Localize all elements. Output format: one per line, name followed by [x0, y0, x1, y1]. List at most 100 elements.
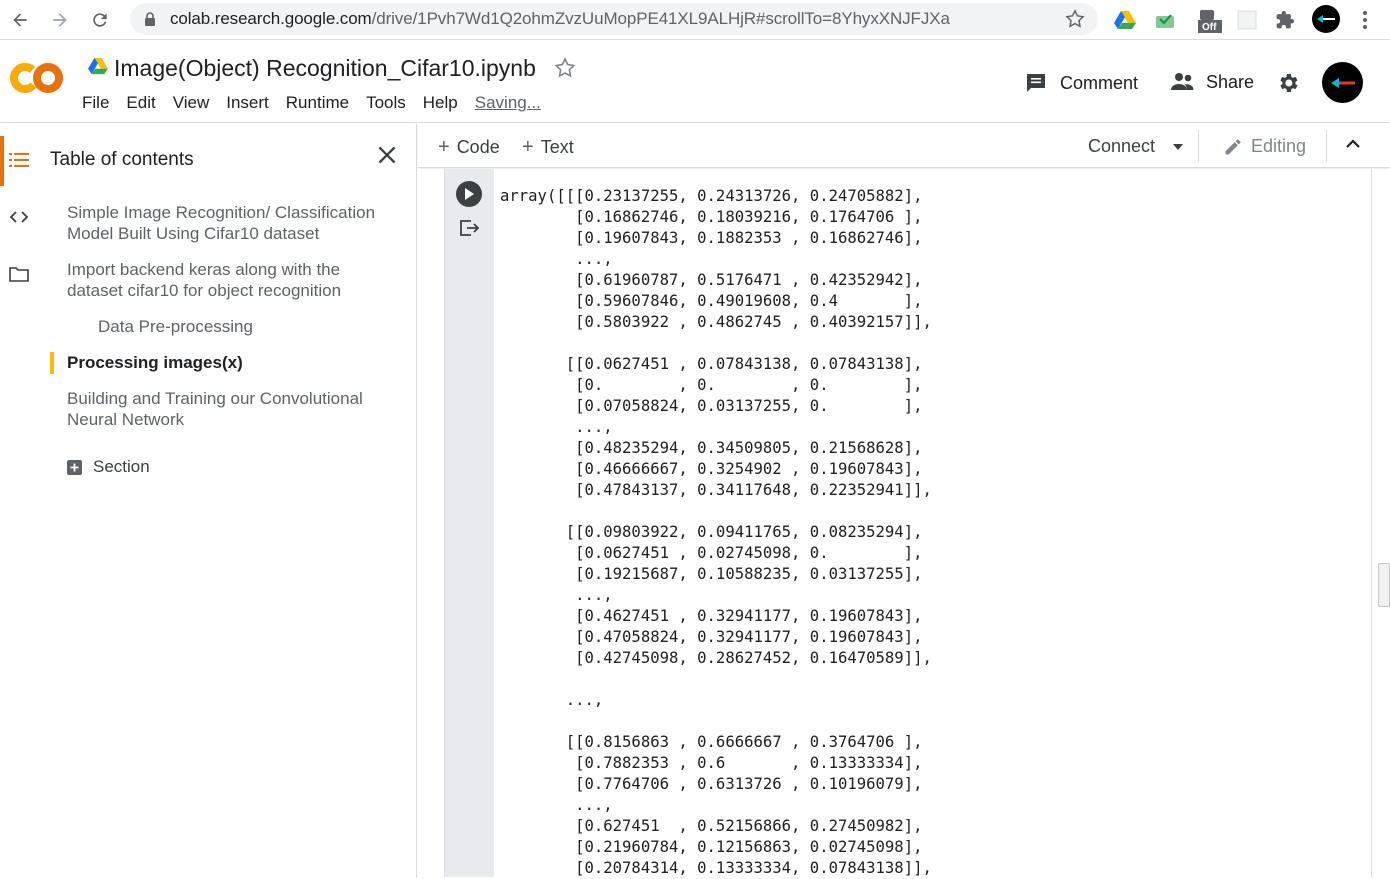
output-line: [0.627451 , 0.52156866, 0.27450982], — [500, 817, 923, 835]
toc-item-simple-image-recognition[interactable]: Simple Image Recognition/ Classification… — [67, 202, 397, 244]
menu-bar: File Edit View Insert Runtime Tools Help… — [82, 93, 558, 113]
cell-output: array([[[0.23137255, 0.24313726, 0.24705… — [500, 186, 932, 879]
url-text: colab.research.google.com/drive/1Pvh7Wd1… — [170, 9, 950, 28]
forward-button[interactable] — [46, 6, 74, 34]
code-label: Code — [456, 137, 500, 157]
menu-edit[interactable]: Edit — [126, 93, 155, 113]
add-box-icon — [67, 459, 82, 475]
output-line: [[0.09803922, 0.09411765, 0.08235294], — [500, 523, 923, 541]
plus-icon: + — [522, 136, 534, 158]
output-line: [0.4627451 , 0.32941177, 0.19607843], — [500, 607, 923, 625]
close-icon[interactable] — [374, 142, 400, 168]
menu-help[interactable]: Help — [423, 93, 458, 113]
editing-label: Editing — [1251, 136, 1307, 156]
profile-avatar-icon[interactable] — [1312, 5, 1340, 33]
colab-header: Image(Object) Recognition_Cifar10.ipynb … — [0, 41, 1390, 123]
toc-list-icon[interactable] — [9, 151, 29, 169]
section-label: Section — [93, 457, 150, 476]
reload-icon — [93, 13, 107, 27]
extensions-puzzle-icon[interactable] — [1272, 7, 1298, 33]
output-line: [0.0627451 , 0.02745098, 0. ], — [500, 544, 923, 562]
comment-icon — [1027, 74, 1045, 92]
menu-tools[interactable]: Tools — [366, 93, 406, 113]
toc-title: Table of contents — [50, 149, 194, 170]
off-badge: Off — [1202, 22, 1217, 33]
menu-view[interactable]: View — [173, 93, 210, 113]
check-extension-icon[interactable] — [1152, 7, 1178, 33]
menu-insert[interactable]: Insert — [226, 93, 269, 113]
lock-icon — [145, 12, 155, 26]
output-line: [[0.0627451 , 0.07843138, 0.07843138], — [500, 355, 923, 373]
menu-runtime[interactable]: Runtime — [286, 93, 349, 113]
output-line: ..., — [500, 418, 613, 436]
add-section-button[interactable]: Section — [67, 457, 150, 477]
output-line: ..., — [500, 691, 604, 709]
notebook-toolbar: + Code + Text Connect Editing — [418, 124, 1390, 168]
pencil-icon — [1225, 139, 1241, 154]
chevron-up-icon — [1346, 139, 1360, 148]
folder-icon[interactable] — [9, 266, 29, 282]
output-line: ..., — [500, 250, 613, 268]
browser-toolbar: colab.research.google.com/drive/1Pvh7Wd1… — [0, 0, 1390, 40]
output-line: [0.47058824, 0.32941177, 0.19607843], — [500, 628, 923, 646]
editing-mode-button[interactable]: Editing — [1223, 136, 1306, 157]
output-line: [0.7882353 , 0.6 , 0.13333334], — [500, 754, 923, 772]
code-snippets-icon[interactable] — [9, 209, 29, 225]
output-line: [0.7764706 , 0.6313726 , 0.10196079], — [500, 775, 923, 793]
connect-button[interactable]: Connect — [1088, 136, 1184, 157]
output-line: ..., — [500, 586, 613, 604]
sidebar: Table of contents Simple Image Recogniti… — [0, 124, 417, 877]
toc-active-bar — [50, 352, 54, 374]
output-line: [0.46666667, 0.3254902 , 0.19607843], — [500, 460, 923, 478]
share-button[interactable]: Share — [1170, 71, 1254, 93]
notebook-area: array([[[0.23137255, 0.24313726, 0.24705… — [418, 169, 1390, 877]
drive-icon — [88, 57, 108, 75]
star-icon[interactable] — [553, 56, 577, 80]
menu-file[interactable]: File — [82, 93, 109, 113]
address-bar[interactable]: colab.research.google.com/drive/1Pvh7Wd1… — [130, 3, 1098, 35]
run-cell-button[interactable] — [456, 181, 482, 207]
toc-item-data-preprocessing[interactable]: Data Pre-processing — [98, 316, 428, 337]
avatar[interactable] — [1322, 62, 1363, 103]
settings-button[interactable] — [1276, 71, 1300, 95]
sidebar-rail — [0, 124, 40, 877]
toolbar-divider — [1326, 130, 1327, 162]
add-text-button[interactable]: + Text — [522, 136, 574, 159]
output-line: [0.21960784, 0.12156863, 0.02745098], — [500, 838, 923, 856]
output-line: array([[[0.23137255, 0.24313726, 0.24705… — [500, 187, 923, 205]
connect-label: Connect — [1088, 136, 1156, 156]
notebook-title[interactable]: Image(Object) Recognition_Cifar10.ipynb — [114, 55, 536, 82]
plus-icon: + — [438, 136, 450, 158]
output-line: [0.20784314, 0.13333334, 0.07843138]], — [500, 859, 932, 877]
toc-item-building-training-cnn[interactable]: Building and Training our Convolutional … — [67, 388, 397, 430]
scrollbar-thumb[interactable] — [1378, 563, 1390, 607]
text-label: Text — [540, 137, 574, 157]
arrow-back-icon — [13, 13, 27, 27]
google-drive-extension-icon[interactable] — [1112, 7, 1138, 33]
add-code-button[interactable]: + Code — [438, 136, 500, 159]
output-actions-icon[interactable] — [459, 219, 479, 237]
saving-status[interactable]: Saving... — [475, 93, 541, 113]
off-extension-icon[interactable]: Off — [1196, 8, 1224, 34]
colab-logo[interactable] — [10, 61, 64, 104]
output-line: [0.61960787, 0.5176471 , 0.42352942], — [500, 271, 923, 289]
comment-button[interactable]: Comment — [1024, 71, 1138, 95]
reload-button[interactable] — [86, 6, 114, 34]
bookmark-star-icon[interactable] — [1064, 8, 1086, 30]
arrow-forward-icon — [53, 13, 67, 27]
browser-menu-icon[interactable] — [1352, 7, 1378, 33]
back-button[interactable] — [6, 6, 34, 34]
output-line: [0.48235294, 0.34509805, 0.21568628], — [500, 439, 923, 457]
toc-item-import-backend-keras[interactable]: Import backend keras along with the data… — [67, 259, 397, 301]
toc-item-processing-images[interactable]: Processing images(x) — [67, 352, 397, 373]
output-line: [0.5803922 , 0.4862745 , 0.40392157]], — [500, 313, 932, 331]
toolbar-divider — [1198, 130, 1199, 162]
blank-extension-icon[interactable] — [1234, 7, 1260, 33]
share-label: Share — [1206, 71, 1255, 92]
output-line: [[0.8156863 , 0.6666667 , 0.3764706 ], — [500, 733, 923, 751]
collapse-header-button[interactable] — [1345, 138, 1361, 150]
